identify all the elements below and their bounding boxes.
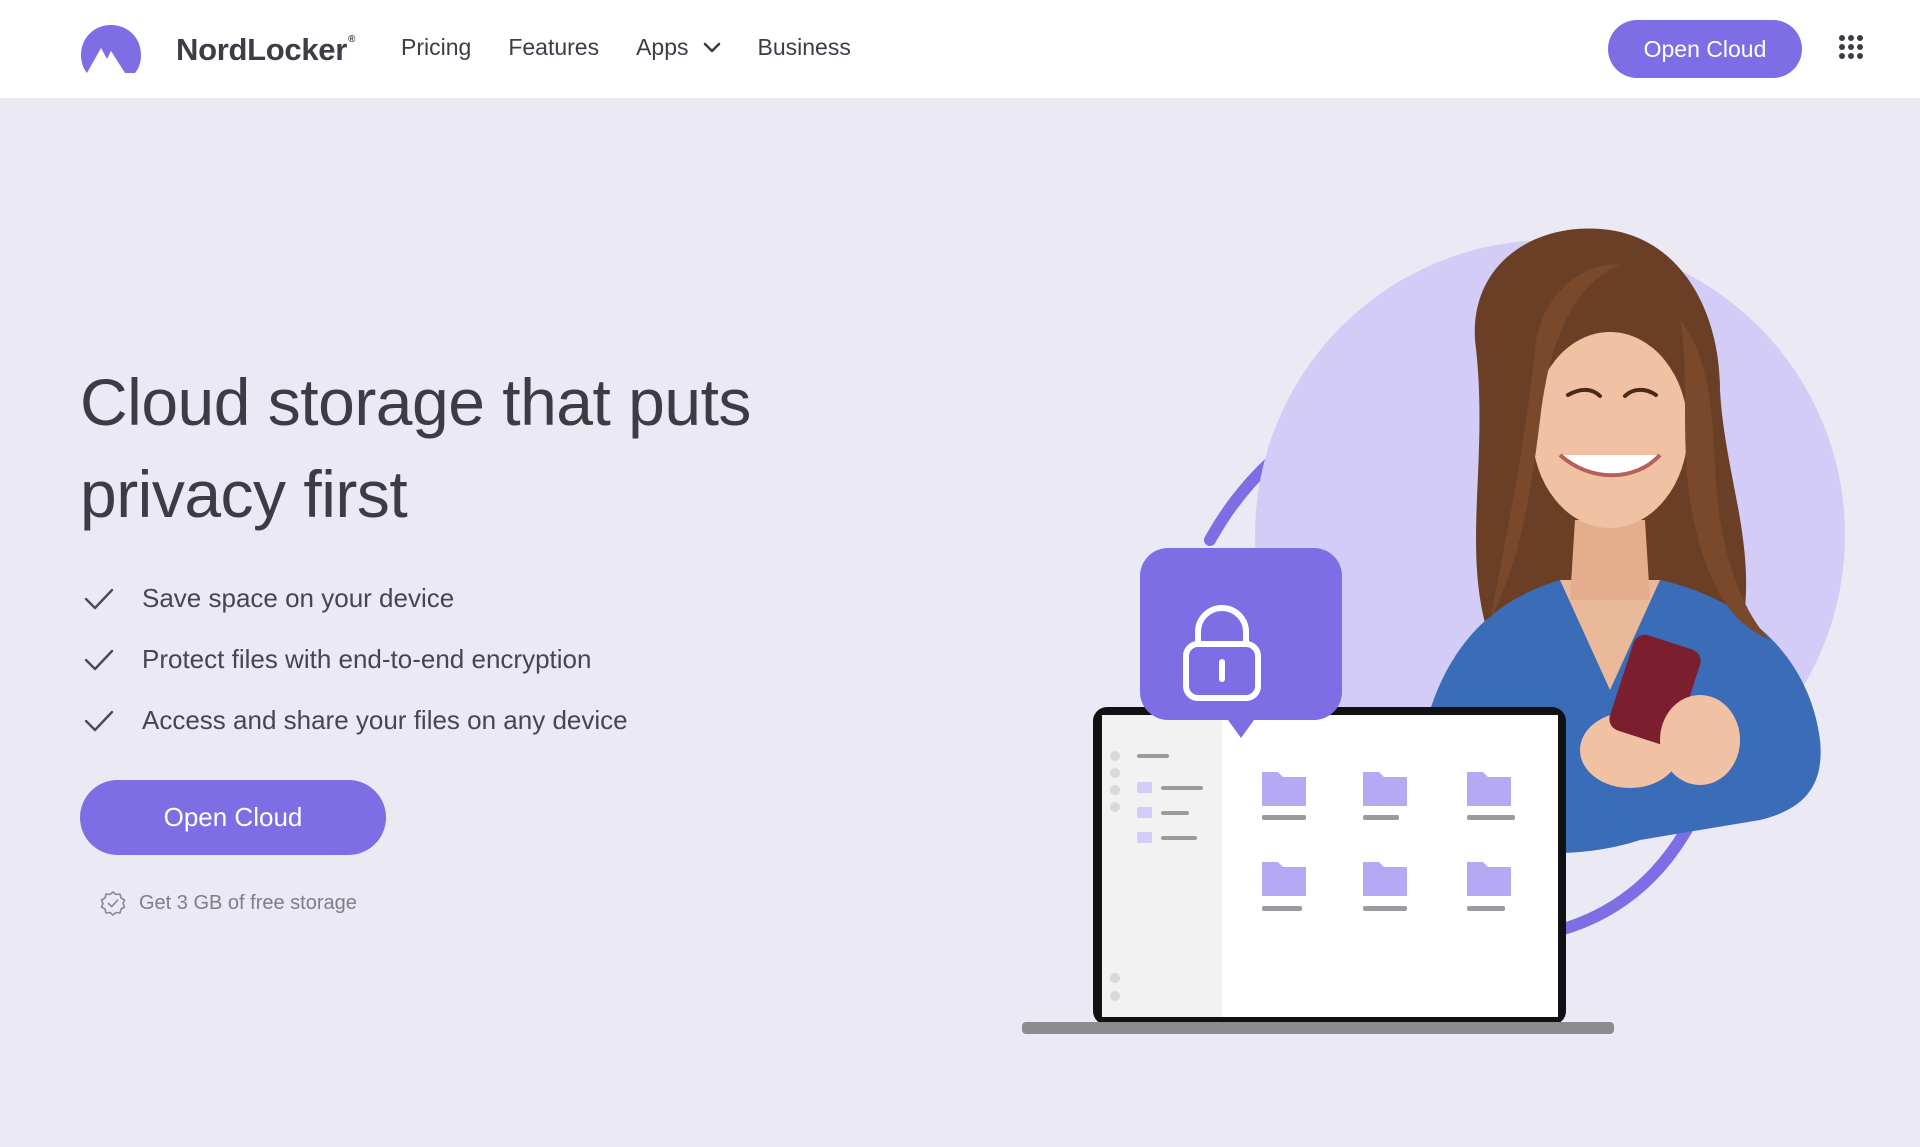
nav-item-business[interactable]: Business	[758, 34, 851, 61]
feature-text: Protect files with end-to-end encryption	[142, 644, 592, 674]
list-item: Access and share your files on any devic…	[84, 690, 628, 751]
feature-list: Save space on your device Protect files …	[84, 568, 628, 751]
nav-item-features[interactable]: Features	[508, 34, 599, 61]
free-storage-note: Get 3 GB of free storage	[100, 890, 357, 916]
brand-name: NordLocker®	[176, 32, 356, 67]
site-header: NordLocker® Pricing Features Apps Busine…	[0, 0, 1920, 98]
page-title: Cloud storage that puts privacy first	[80, 365, 751, 531]
feature-text: Save space on your device	[142, 583, 455, 613]
hero-illustration	[1022, 228, 1845, 1034]
feature-text: Access and share your files on any devic…	[142, 705, 628, 735]
chevron-down-icon	[703, 42, 720, 52]
logo-link[interactable]: NordLocker®	[80, 24, 355, 74]
nav-item-apps[interactable]: Apps	[636, 34, 720, 61]
list-item: Protect files with end-to-end encryption	[84, 629, 628, 690]
hero-open-cloud-button[interactable]: Open Cloud	[80, 780, 386, 855]
main-nav: Pricing Features Apps Business	[401, 34, 888, 61]
lock-badge	[1140, 548, 1342, 738]
checkmark-icon	[84, 649, 114, 670]
nordlocker-logo-icon	[81, 25, 141, 73]
free-storage-text: Get 3 GB of free storage	[139, 891, 357, 914]
header-open-cloud-button[interactable]: Open Cloud	[1608, 20, 1802, 78]
checkmark-icon	[84, 710, 114, 731]
verified-badge-icon	[100, 891, 126, 916]
nav-item-pricing[interactable]: Pricing	[401, 34, 471, 61]
list-item: Save space on your device	[84, 568, 628, 629]
laptop-illustration	[1022, 707, 1614, 1034]
grid-icon[interactable]	[1839, 35, 1863, 59]
checkmark-icon	[84, 588, 114, 609]
